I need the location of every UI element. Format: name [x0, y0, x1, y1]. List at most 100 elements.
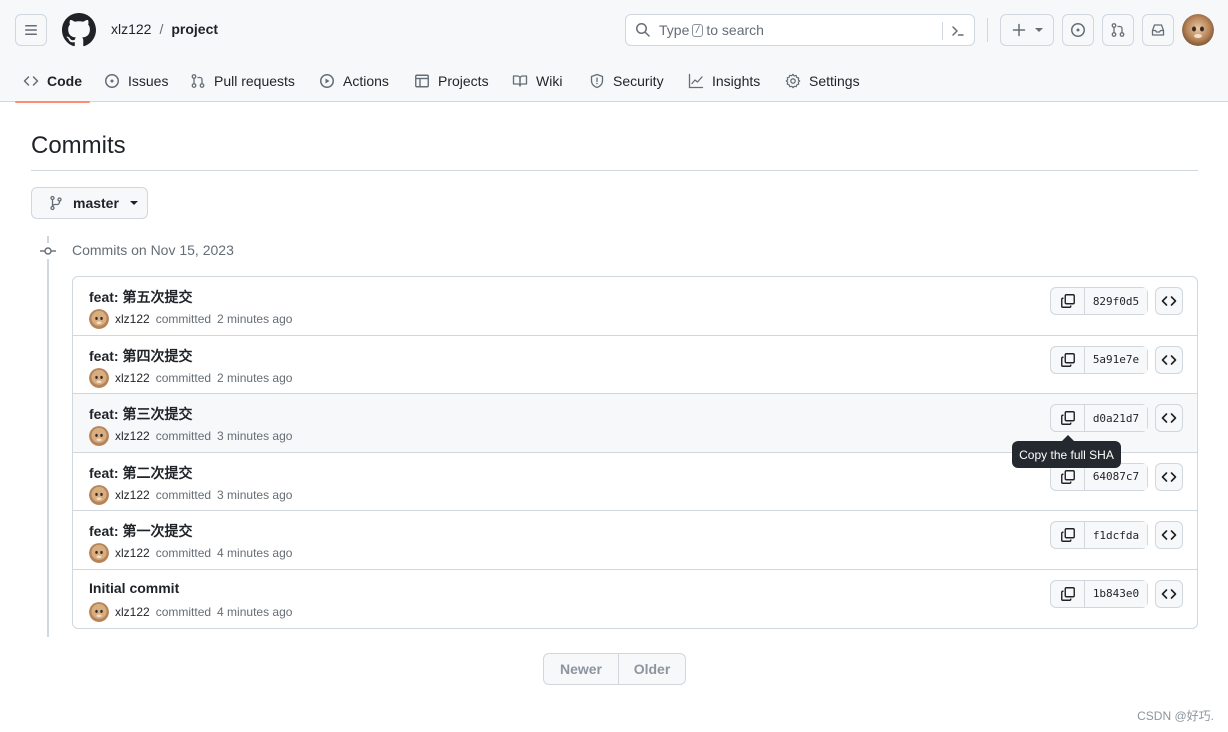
commit-action: committed: [155, 487, 212, 502]
hamburger-icon: [25, 25, 37, 35]
inbox-button[interactable]: [1142, 14, 1174, 46]
avatar[interactable]: [89, 309, 109, 329]
older-button[interactable]: Older: [619, 654, 685, 684]
avatar[interactable]: [89, 367, 109, 388]
tab-projects[interactable]: Projects: [414, 60, 489, 102]
commit-message[interactable]: feat: 第三次提交: [89, 404, 192, 424]
copy-icon[interactable]: [1051, 405, 1085, 431]
git-branch-icon: [50, 195, 62, 211]
commit-author[interactable]: xlz122: [115, 605, 150, 619]
sha-button-group: 1b843e0: [1050, 579, 1148, 608]
tab-actions[interactable]: Actions: [319, 60, 389, 102]
commit-message[interactable]: feat: 第二次提交: [89, 463, 192, 483]
play-icon: [320, 74, 334, 88]
breadcrumb-repo[interactable]: project: [171, 21, 218, 37]
commit-row: Initial commit xlz122 committed 4 minutes a…: [73, 570, 1197, 629]
avatar[interactable]: [89, 426, 109, 446]
commit-action: committed: [155, 429, 212, 443]
commit-author[interactable]: xlz122: [115, 488, 150, 502]
code-icon: [1161, 410, 1177, 426]
commit-meta: xlz122 committed 4 minutes ago: [89, 601, 292, 622]
avatar[interactable]: [89, 543, 109, 563]
commit-row: feat: 第四次提交 xlz122 committed 2 minutes ago 5…: [73, 336, 1197, 394]
commit-sha[interactable]: 1b843e0: [1085, 580, 1147, 607]
code-icon: [1161, 469, 1177, 485]
avatar[interactable]: [89, 601, 109, 622]
commits-date-heading: Commits on Nov 15, 2023: [72, 242, 234, 258]
commit-action: committed: [155, 312, 212, 326]
code-icon: [1161, 527, 1177, 543]
commit-message[interactable]: feat: 第五次提交: [89, 287, 192, 307]
commit-time: 2 minutes ago: [217, 370, 293, 385]
commit-meta: xlz122 committed 3 minutes ago: [89, 426, 292, 446]
pagination: Newer Older: [543, 653, 686, 685]
pull-requests-button[interactable]: [1102, 14, 1134, 46]
search-placeholder: Type / to search: [659, 22, 764, 38]
issue-icon: [105, 74, 119, 88]
commit-message[interactable]: feat: 第四次提交: [89, 346, 192, 366]
github-logo-icon[interactable]: [62, 13, 96, 47]
commit-author[interactable]: xlz122: [115, 371, 150, 385]
tab-security[interactable]: Security: [589, 60, 664, 102]
breadcrumb-owner[interactable]: xlz122: [111, 21, 151, 37]
commit-author[interactable]: xlz122: [115, 312, 150, 326]
chevron-down-icon: [129, 201, 138, 205]
tab-pull-requests[interactable]: Pull requests: [190, 60, 295, 102]
copy-icon[interactable]: [1051, 288, 1085, 314]
avatar[interactable]: [89, 484, 109, 505]
create-new-button[interactable]: [1000, 14, 1054, 46]
user-avatar[interactable]: [1182, 14, 1214, 46]
copy-icon[interactable]: [1051, 580, 1085, 607]
commit-sha[interactable]: f1dcfda: [1085, 522, 1147, 548]
header-divider: [987, 18, 988, 42]
commit-sha[interactable]: 829f0d5: [1085, 288, 1147, 314]
browse-repo-button[interactable]: [1155, 521, 1183, 549]
browse-repo-button[interactable]: [1155, 404, 1183, 432]
issues-button[interactable]: [1062, 14, 1094, 46]
browse-repo-button[interactable]: [1155, 287, 1183, 315]
copy-icon[interactable]: [1051, 522, 1085, 548]
tab-settings-label: Settings: [809, 73, 860, 89]
browse-repo-button[interactable]: [1155, 345, 1183, 374]
timeline-line: [47, 236, 49, 637]
menu-button[interactable]: [15, 14, 47, 46]
breadcrumb-separator: /: [159, 21, 164, 37]
commit-message[interactable]: Initial commit: [89, 580, 179, 596]
commit-time: 3 minutes ago: [217, 487, 293, 502]
book-icon: [512, 75, 528, 87]
chevron-down-icon: [1035, 28, 1043, 32]
commit-message[interactable]: feat: 第一次提交: [89, 521, 192, 541]
search-placeholder-type: Type: [659, 22, 690, 38]
copy-icon[interactable]: [1051, 346, 1085, 373]
top-bar: xlz122 / project Type / to search: [0, 0, 1228, 60]
tab-pull-requests-label: Pull requests: [214, 73, 295, 89]
tab-code[interactable]: Code: [15, 60, 90, 103]
commit-sha[interactable]: d0a21d7: [1085, 405, 1147, 431]
repo-tabs: Code Issues Pull requests Actions Projec…: [0, 60, 1228, 103]
code-icon: [1161, 352, 1177, 368]
commit-author[interactable]: xlz122: [115, 546, 150, 560]
browse-repo-button[interactable]: [1155, 579, 1183, 608]
sha-button-group: f1dcfda: [1050, 521, 1148, 549]
tab-insights-label: Insights: [712, 73, 761, 89]
tab-wiki[interactable]: Wiki: [512, 60, 562, 102]
tab-issues[interactable]: Issues: [104, 60, 168, 102]
tab-settings[interactable]: Settings: [785, 60, 860, 102]
commit-author[interactable]: xlz122: [115, 429, 150, 443]
newer-button[interactable]: Newer: [544, 654, 619, 684]
graph-icon: [688, 73, 704, 89]
commit-sha[interactable]: 5a91e7e: [1085, 346, 1147, 373]
pull-request-icon: [191, 74, 205, 88]
command-palette-icon[interactable]: [949, 22, 967, 40]
tab-security-label: Security: [613, 73, 664, 89]
commit-action: committed: [155, 546, 212, 560]
browse-repo-button[interactable]: [1155, 462, 1183, 491]
breadcrumb: xlz122 / project: [111, 21, 218, 37]
search-input[interactable]: Type / to search: [625, 14, 975, 46]
tab-insights[interactable]: Insights: [688, 60, 760, 102]
commit-meta: xlz122 committed 3 minutes ago: [89, 484, 293, 505]
sha-button-group: 5a91e7e: [1050, 345, 1148, 374]
commit-row: feat: 第五次提交 xlz122 committed 2 minutes ago 8…: [73, 277, 1197, 336]
branch-select-button[interactable]: master: [31, 187, 148, 219]
search-divider: [942, 22, 943, 40]
